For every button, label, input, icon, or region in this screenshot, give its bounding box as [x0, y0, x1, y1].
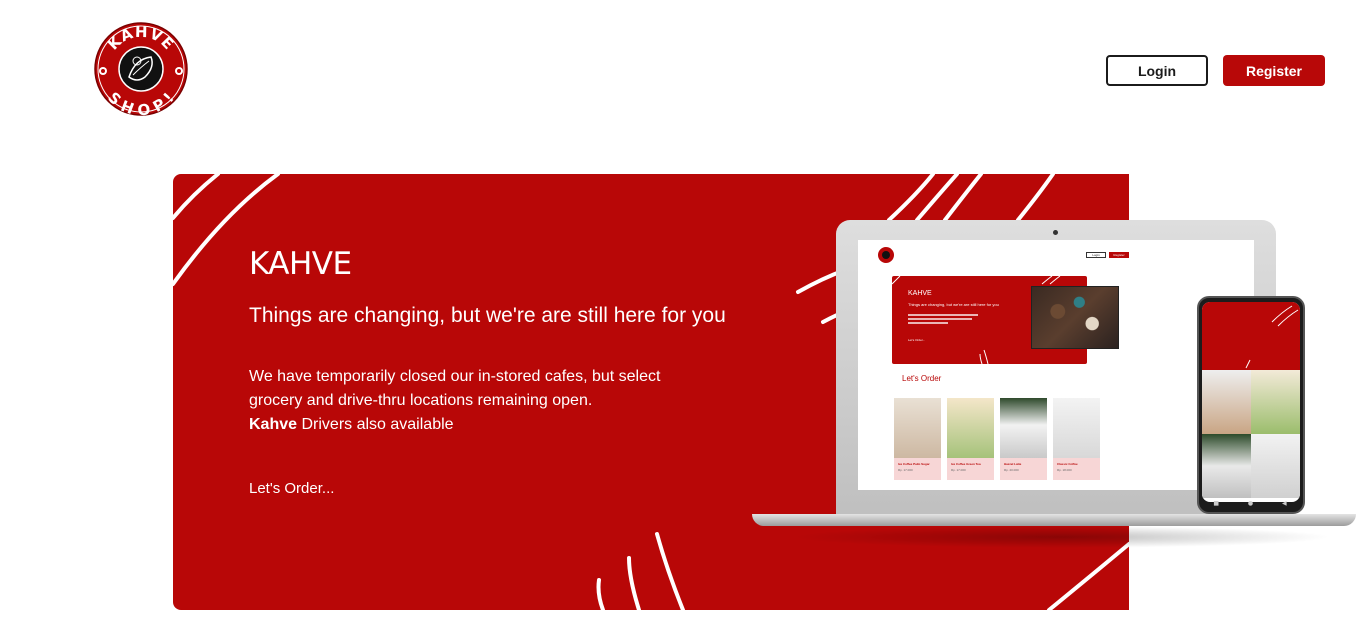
product-name: Classic Coffee [1057, 462, 1078, 466]
product-price: Rp. 17.000 [951, 468, 966, 472]
product-image [894, 398, 941, 458]
mini-product-card: Hazzel Latte Rp. 20.000 [1000, 398, 1047, 480]
lets-order-link[interactable]: Let's Order... [249, 480, 334, 497]
phone-hero [1202, 302, 1300, 370]
mini-coffee-photo [1031, 286, 1119, 349]
recent-apps-icon: ■ [1213, 499, 1220, 507]
brand-name: Kahve [249, 416, 298, 433]
mini-hero-subtitle: Things are changing, but we're are still… [908, 302, 999, 307]
hero-description-line: grocery and drive-thru locations remaini… [249, 392, 593, 409]
product-image [947, 398, 994, 458]
register-button[interactable]: Register [1223, 55, 1325, 86]
device-mockup: Login Register KAHVE Things are changing… [752, 218, 1358, 558]
drivers-text: Drivers also available [297, 416, 454, 433]
hero-subtitle: Things are changing, but we're are still… [249, 304, 726, 327]
mini-logo-icon [878, 247, 894, 263]
hero-description: We have temporarily closed our in-stored… [249, 365, 689, 437]
mini-order-heading: Let's Order [902, 374, 942, 383]
product-name: Ice Coffee Palm Sugar [898, 462, 930, 466]
mini-login-button: Login [1086, 252, 1106, 258]
laptop-base [752, 514, 1356, 526]
product-name: Hazzel Latte [1004, 462, 1022, 466]
mini-product-card: Classic Coffee Rp. 18.000 [1053, 398, 1100, 480]
product-image [1053, 398, 1100, 458]
laptop-shadow [792, 526, 1332, 548]
phone-mockup: ■ ● ◀ [1197, 296, 1305, 514]
kahve-shop-logo[interactable]: KAHVE SHOP! [93, 21, 189, 117]
home-icon: ● [1247, 499, 1254, 507]
mini-hero-title: KAHVE [908, 290, 932, 297]
landing-page: KAHVE SHOP! Login Register KAHVE Things … [0, 0, 1366, 628]
phone-product-tile [1202, 434, 1251, 498]
phone-product-tile [1202, 370, 1251, 434]
hero-description-line: We have temporarily closed our in-stored… [249, 368, 661, 385]
phone-decorative-stripes [1245, 305, 1299, 369]
hero-description-line: Kahve Drivers also available [249, 413, 689, 437]
mini-hero-description [908, 314, 978, 328]
phone-product-tile [1251, 370, 1300, 434]
laptop-camera [1053, 230, 1058, 235]
product-name: Ice Coffee Green Tea [951, 462, 981, 466]
laptop-screen: Login Register KAHVE Things are changing… [858, 240, 1254, 490]
mini-register-button: Register [1109, 252, 1129, 258]
product-price: Rp. 17.000 [898, 468, 913, 472]
phone-product-tile [1251, 434, 1300, 498]
auth-buttons: Login Register [1106, 55, 1325, 86]
hero-title: KAHVE [249, 246, 352, 282]
login-button[interactable]: Login [1106, 55, 1208, 86]
product-image [1000, 398, 1047, 458]
mini-product-card: Ice Coffee Green Tea Rp. 17.000 [947, 398, 994, 480]
product-price: Rp. 18.000 [1057, 468, 1072, 472]
phone-screen [1202, 302, 1300, 502]
phone-nav-bar: ■ ● ◀ [1199, 498, 1301, 508]
product-price: Rp. 20.000 [1004, 468, 1019, 472]
back-icon: ◀ [1281, 499, 1287, 507]
mini-hero-cta: Let's Order... [908, 338, 926, 342]
mini-product-card: Ice Coffee Palm Sugar Rp. 17.000 [894, 398, 941, 480]
